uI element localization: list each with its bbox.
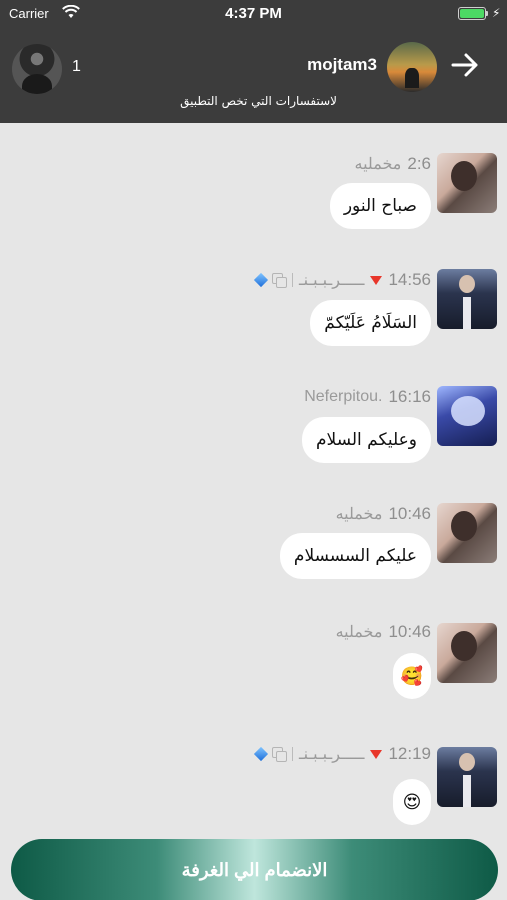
battery-icon <box>458 7 486 20</box>
message-time: 10:46 <box>388 504 431 523</box>
message-emoji: 😍 <box>402 791 422 813</box>
rank-triangle-icon <box>370 275 383 285</box>
sender-avatar[interactable] <box>437 269 497 329</box>
sender-name[interactable]: ـــــرـبـبـنـ <box>299 744 365 764</box>
message-bubble[interactable]: 🥰 <box>393 653 431 699</box>
room-owner-avatar[interactable] <box>12 44 62 94</box>
message-bubble[interactable]: صباح النور <box>329 183 431 229</box>
message-text: صباح النور <box>343 196 417 216</box>
sender-name[interactable]: مخمليه <box>336 622 383 642</box>
message-bubble[interactable]: وعليكم السلام <box>302 417 431 463</box>
status-time: 4:37 PM <box>225 5 282 22</box>
diamond-badge-icon <box>253 746 269 762</box>
room-description: لاستفسارات التي تخص التطبيق <box>180 94 337 108</box>
chat-list[interactable]: 2:6 مخمليه صباح النور 14:56 ـــــرـبـبـن… <box>0 123 507 900</box>
diamond-badge-icon <box>253 272 269 288</box>
copy-icon[interactable] <box>271 273 287 288</box>
room-header: Carrier 4:37 PM ⚡ 1 mojtam3 لاستفسارات ا… <box>0 0 507 123</box>
divider <box>291 747 293 761</box>
divider <box>291 273 293 287</box>
sender-avatar[interactable] <box>437 747 497 807</box>
copy-icon[interactable] <box>271 747 287 762</box>
message-meta: 2:6 مخمليه <box>355 153 432 175</box>
message-time: 2:6 <box>407 154 431 173</box>
sender-name[interactable]: مخمليه <box>355 154 402 174</box>
rank-triangle-icon <box>370 749 383 759</box>
message-time: 10:46 <box>388 622 431 641</box>
sender-avatar[interactable] <box>437 153 497 213</box>
sender-name[interactable]: مخمليه <box>336 504 383 524</box>
message-emoji: 🥰 <box>400 665 424 687</box>
sender-avatar[interactable] <box>437 503 497 563</box>
member-count[interactable]: 1 <box>72 58 81 76</box>
message-meta: 14:56 ـــــرـبـبـنـ <box>250 269 431 291</box>
battery-cap <box>486 11 488 16</box>
message-bubble[interactable]: السَلَامُ عَلَيّكمّ <box>310 300 431 346</box>
room-name: mojtam3 <box>307 55 377 74</box>
message-meta: 10:46 مخمليه <box>336 503 431 525</box>
charging-icon: ⚡ <box>492 6 501 20</box>
message-meta: 12:19 ـــــرـبـبـنـ <box>250 743 431 765</box>
message-time: 16:16 <box>388 387 431 406</box>
sender-avatar[interactable] <box>437 623 497 683</box>
back-arrow-icon[interactable] <box>450 50 480 80</box>
message-time: 12:19 <box>388 744 431 763</box>
message-bubble[interactable]: 😍 <box>393 779 431 825</box>
message-text: وعليكم السلام <box>316 430 417 450</box>
message-text: عليكم السسسلام <box>293 546 417 566</box>
message-meta: 16:16 Neferpitou. <box>304 386 431 408</box>
message-text: السَلَامُ عَلَيّكمّ <box>324 313 417 333</box>
sender-name[interactable]: Neferpitou. <box>304 388 382 406</box>
sender-avatar[interactable] <box>437 386 497 446</box>
message-time: 14:56 <box>388 270 431 289</box>
message-bubble[interactable]: عليكم السسسلام <box>279 533 431 579</box>
join-room-label: الانضمام الي الغرفة <box>181 859 328 880</box>
status-bar: Carrier 4:37 PM ⚡ <box>0 0 507 28</box>
message-meta: 10:46 مخمليه <box>336 621 431 643</box>
sender-name[interactable]: ـــــرـبـبـنـ <box>299 270 365 290</box>
join-room-button[interactable]: الانضمام الي الغرفة <box>11 839 498 900</box>
room-avatar[interactable] <box>387 42 437 92</box>
